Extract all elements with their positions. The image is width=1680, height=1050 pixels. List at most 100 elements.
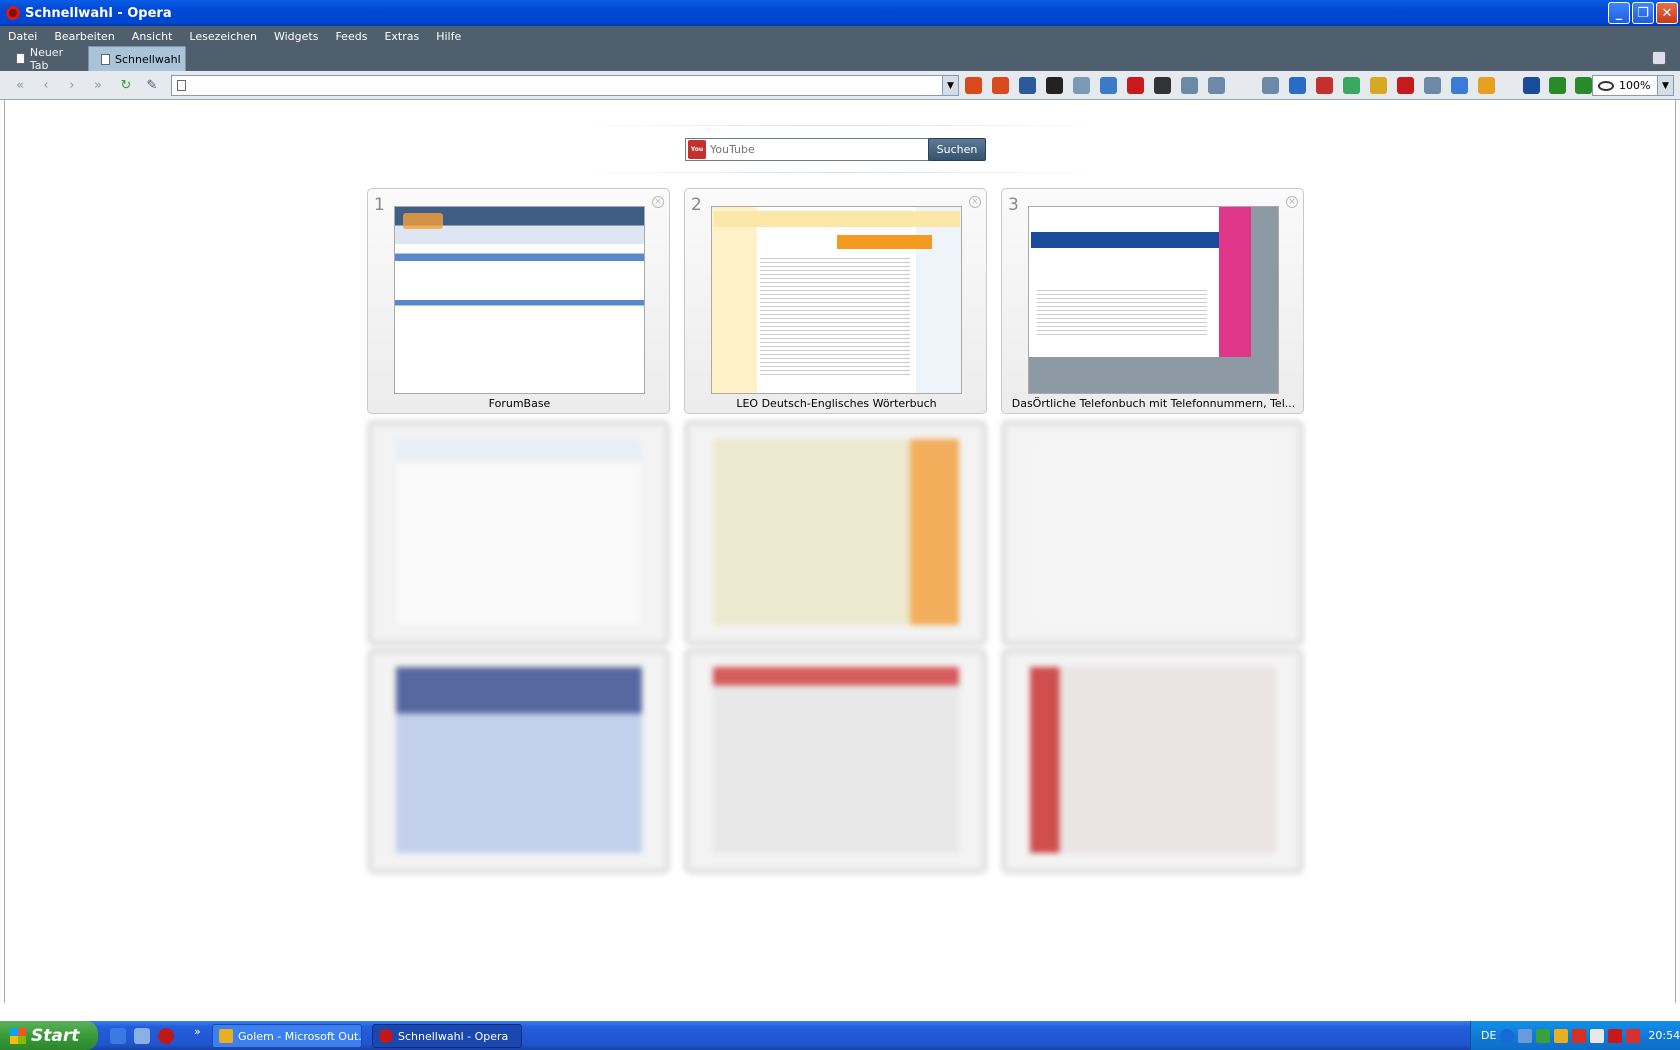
address-dropdown-icon[interactable]: ▼ — [942, 76, 958, 95]
bookmarklet-icon[interactable] — [1181, 77, 1198, 94]
bookmarklet-icon[interactable] — [1478, 77, 1495, 94]
bookmarklet-icon[interactable] — [1343, 77, 1360, 94]
reload-icon[interactable]: ↻ — [118, 77, 134, 93]
close-icon[interactable]: × — [652, 196, 664, 208]
search-button[interactable]: Suchen — [928, 138, 986, 161]
dial-title: ForumBase — [488, 397, 551, 410]
bookmarklet-icon[interactable] — [1046, 77, 1063, 94]
divider — [575, 172, 1105, 173]
volume-icon[interactable] — [1590, 1028, 1605, 1043]
speed-dial-1[interactable]: 1 × ForumBase — [367, 188, 670, 414]
security-icon[interactable] — [1626, 1028, 1641, 1043]
empty-dial-slot — [1001, 420, 1304, 646]
start-label: Start — [31, 1025, 80, 1046]
taskbar: Start » Golem - Microsoft Out... Schnell… — [0, 1021, 1680, 1050]
empty-dial-slot — [684, 420, 987, 646]
menu-feeds[interactable]: Feeds — [327, 30, 376, 43]
menu-hilfe[interactable]: Hilfe — [428, 30, 470, 43]
menu-bar: Datei Bearbeiten Ansicht Lesezeichen Wid… — [0, 26, 1680, 46]
tab-neuer-tab[interactable]: Neuer Tab — [4, 46, 84, 72]
empty-dial-slot — [367, 648, 670, 874]
menu-lesezeichen[interactable]: Lesezeichen — [181, 30, 266, 43]
back-icon[interactable]: ‹ — [38, 77, 54, 93]
bookmarklet-icon[interactable] — [1523, 77, 1540, 94]
youtube-search-box[interactable]: You — [685, 138, 930, 161]
edit-site-icon[interactable]: ✎ — [144, 77, 160, 93]
bookmarklet-icon[interactable] — [965, 77, 982, 94]
page-icon — [101, 53, 110, 65]
desktop-icon[interactable] — [134, 1028, 150, 1044]
chevron-icon[interactable]: » — [194, 1025, 201, 1038]
eye-icon — [1598, 80, 1614, 91]
close-icon[interactable]: × — [1286, 196, 1298, 208]
menu-datei[interactable]: Datei — [0, 30, 46, 43]
window-titlebar: Schnellwahl - Opera _ ❐ ✕ — [0, 0, 1680, 26]
network-icon[interactable] — [1518, 1028, 1533, 1043]
dial-thumbnail — [1028, 206, 1279, 394]
internet-explorer-icon[interactable] — [110, 1028, 126, 1044]
speed-dial-2[interactable]: 2 × LEO Deutsch-Englisches Wörterbuch — [684, 188, 987, 414]
dial-thumbnail — [711, 206, 962, 394]
address-bar[interactable]: ▼ — [171, 75, 959, 96]
bookmarklet-icon[interactable] — [1100, 77, 1117, 94]
youtube-icon[interactable] — [1316, 77, 1333, 94]
menu-bearbeiten[interactable]: Bearbeiten — [46, 30, 123, 43]
bookmarklet-icon[interactable] — [992, 77, 1009, 94]
bookmarklet-icon[interactable] — [1208, 77, 1225, 94]
bookmarklet-icon[interactable] — [1073, 77, 1090, 94]
close-icon[interactable]: × — [969, 196, 981, 208]
language-indicator[interactable]: DE — [1481, 1029, 1496, 1042]
fast-forward-icon[interactable]: » — [90, 77, 106, 93]
taskbar-window-label: Schnellwahl - Opera — [398, 1029, 509, 1043]
forward-icon[interactable]: › — [64, 77, 80, 93]
speed-dial-3[interactable]: 3 × DasÖrtliche Telefonbuch mit Telefonn… — [1001, 188, 1304, 414]
quick-launch — [110, 1028, 174, 1044]
opera-icon[interactable] — [158, 1028, 174, 1044]
tray-app-icon[interactable] — [1608, 1028, 1623, 1043]
trash-icon[interactable] — [1652, 51, 1666, 65]
start-button[interactable]: Start — [0, 1021, 98, 1050]
rewind-icon[interactable]: « — [12, 77, 28, 93]
bookmarklet-icon[interactable] — [1397, 77, 1414, 94]
extension-icons-2 — [1262, 77, 1495, 94]
taskbar-window-label: Golem - Microsoft Out... — [238, 1029, 362, 1043]
bookmarklet-icon[interactable] — [1451, 77, 1468, 94]
tab-label: Schnellwahl — [115, 52, 181, 66]
bookmarklet-icon[interactable] — [1549, 77, 1566, 94]
close-button[interactable]: ✕ — [1656, 2, 1678, 24]
tab-schnellwahl[interactable]: Schnellwahl — [88, 46, 186, 71]
bookmarklet-icon[interactable] — [1575, 77, 1592, 94]
youtube-icon: You — [688, 140, 706, 159]
bookmarklet-icon[interactable] — [1424, 77, 1441, 94]
bookmarklet-icon[interactable] — [1019, 77, 1036, 94]
empty-dial-slot — [684, 648, 987, 874]
tray-expand-icon[interactable] — [1500, 1028, 1515, 1043]
restore-button[interactable]: ❐ — [1632, 2, 1654, 24]
page-icon — [177, 80, 186, 91]
bookmarklet-icon[interactable] — [1154, 77, 1171, 94]
tray-app-icon[interactable] — [1536, 1028, 1551, 1043]
extension-icons-3 — [1523, 77, 1592, 94]
menu-widgets[interactable]: Widgets — [266, 30, 327, 43]
divider — [575, 125, 1105, 126]
speed-dial-page: You Suchen 1 × ForumBase 2 × LEO Deutsch… — [4, 100, 1676, 1003]
taskbar-window-opera[interactable]: Schnellwahl - Opera — [372, 1024, 522, 1048]
menu-extras[interactable]: Extras — [376, 30, 428, 43]
bookmarklet-icon[interactable] — [1370, 77, 1387, 94]
dial-title: DasÖrtliche Telefonbuch mit Telefonnumme… — [1011, 397, 1296, 410]
tray-app-icon[interactable] — [1554, 1028, 1569, 1043]
system-tray: DE 20:54 — [1470, 1021, 1680, 1050]
dial-thumbnail — [394, 206, 645, 394]
search-input[interactable] — [710, 143, 920, 156]
bookmarklet-icon[interactable] — [1262, 77, 1279, 94]
bookmarklet-icon[interactable] — [1289, 77, 1306, 94]
tray-app-icon[interactable] — [1572, 1028, 1587, 1043]
zoom-control[interactable]: 100% ▼ — [1592, 75, 1674, 96]
menu-ansicht[interactable]: Ansicht — [124, 30, 182, 43]
address-input[interactable] — [191, 76, 931, 95]
windows-logo-icon — [10, 1027, 26, 1044]
minimize-button[interactable]: _ — [1608, 2, 1630, 24]
taskbar-window-outlook[interactable]: Golem - Microsoft Out... — [212, 1024, 362, 1048]
star-icon[interactable] — [1127, 77, 1144, 94]
zoom-dropdown-icon[interactable]: ▼ — [1657, 76, 1673, 95]
